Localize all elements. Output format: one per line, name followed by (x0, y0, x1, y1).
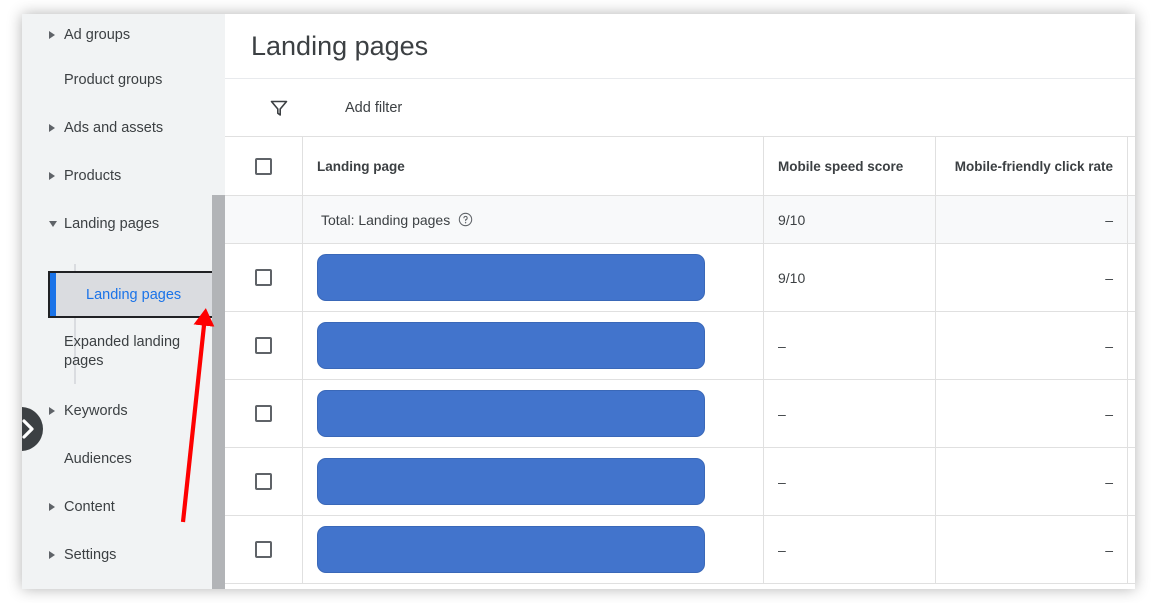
row-mobile-speed-score: – (763, 311, 936, 380)
sidebar-item-label: Content (64, 498, 115, 515)
sidebar-item-label: Ad groups (64, 26, 131, 43)
app-window: Ad groups Product groups Ads and assets … (22, 14, 1135, 589)
row-landing-page-cell (302, 243, 764, 312)
sidebar-item-label: Landing pages (64, 215, 160, 232)
column-header-select-all (225, 137, 303, 196)
table-header: Landing page Mobile speed score Mobile-f… (225, 137, 1135, 196)
chevron-right-icon (49, 124, 55, 132)
row-valid-amp-click-rate: – (1127, 243, 1135, 312)
chevron-down-icon (49, 221, 57, 227)
total-valid-amp-click-rate: – (1127, 195, 1135, 244)
column-header-landing-page[interactable]: Landing page (302, 137, 764, 196)
total-row-label: Total: Landing pages (321, 211, 451, 228)
table-body: Total: Landing pages 9/10 – 9/10 – – – –… (225, 195, 1135, 584)
add-filter-button[interactable]: Add filter (345, 100, 402, 116)
table-total-row: Total: Landing pages 9/10 – (225, 195, 1135, 244)
row-mobile-friendly-click-rate: – (935, 515, 1128, 584)
row-checkbox[interactable] (255, 472, 272, 490)
sidebar-item-landing-pages-selected[interactable]: Landing pages (48, 271, 212, 318)
title-bar: Landing pages (225, 14, 1135, 79)
total-row-checkbox-cell (225, 195, 303, 244)
chevron-right-icon (49, 172, 55, 180)
total-mobile-speed-score: 9/10 (763, 195, 936, 244)
chevron-right-icon (22, 419, 34, 439)
navigation-sidebar: Ad groups Product groups Ads and assets … (22, 14, 212, 589)
row-mobile-speed-score: – (763, 379, 936, 448)
screenshot-root: Ad groups Product groups Ads and assets … (0, 0, 1151, 603)
row-landing-page-cell (302, 447, 764, 516)
filter-toolbar: Add filter (225, 79, 1135, 137)
row-mobile-speed-score: 9/10 (763, 243, 936, 312)
sidebar-item-keywords[interactable]: Keywords (22, 387, 212, 435)
redacted-landing-page-url (317, 526, 705, 573)
row-landing-page-cell (302, 311, 764, 380)
sidebar-item-settings[interactable]: Settings (22, 531, 212, 579)
sidebar-item-landing-pages-group[interactable]: Landing pages (22, 200, 212, 248)
table-row[interactable]: 9/10 – – (225, 243, 1135, 312)
row-mobile-speed-score: – (763, 515, 936, 584)
row-valid-amp-click-rate: – (1127, 515, 1135, 584)
selection-accent-bar (50, 273, 56, 316)
sidebar-item-product-groups[interactable]: Product groups (22, 56, 212, 104)
table-row[interactable]: – – – (225, 515, 1135, 584)
row-checkbox-cell (225, 311, 303, 380)
redacted-landing-page-url (317, 322, 705, 369)
help-circle-icon[interactable] (458, 212, 473, 227)
sidebar-item-content[interactable]: Content (22, 483, 212, 531)
row-checkbox[interactable] (255, 404, 272, 422)
sidebar-item-audiences[interactable]: Audiences (22, 435, 212, 483)
row-landing-page-cell (302, 515, 764, 584)
sidebar-item-label: Keywords (64, 402, 128, 419)
chevron-right-icon (49, 407, 55, 415)
row-checkbox-cell (225, 447, 303, 516)
row-mobile-friendly-click-rate: – (935, 379, 1128, 448)
sidebar-item-products[interactable]: Products (22, 152, 212, 200)
main-content: Landing pages Add filter Landing page Mo… (225, 14, 1135, 589)
total-row-label-cell: Total: Landing pages (302, 195, 764, 244)
row-valid-amp-click-rate: – (1127, 379, 1135, 448)
column-header-mobile-speed-score[interactable]: Mobile speed score (763, 137, 936, 196)
row-checkbox[interactable] (255, 268, 272, 286)
row-mobile-friendly-click-rate: – (935, 243, 1128, 312)
row-checkbox-cell (225, 243, 303, 312)
sidebar-scrollbar-thumb[interactable] (212, 195, 225, 589)
sidebar-item-ad-groups[interactable]: Ad groups (22, 14, 212, 56)
row-checkbox-cell (225, 379, 303, 448)
redacted-landing-page-url (317, 254, 705, 301)
total-mobile-friendly-click-rate: – (935, 195, 1128, 244)
table-row[interactable]: – – – (225, 379, 1135, 448)
table-row[interactable]: – – – (225, 311, 1135, 380)
chevron-right-icon (49, 503, 55, 511)
sidebar-item-label: Audiences (64, 450, 132, 467)
row-mobile-friendly-click-rate: – (935, 447, 1128, 516)
landing-pages-table: Landing page Mobile speed score Mobile-f… (225, 137, 1135, 584)
table-header-row: Landing page Mobile speed score Mobile-f… (225, 137, 1135, 196)
column-header-valid-amp-click-rate[interactable]: Valid AMP click rate (1127, 137, 1135, 196)
sidebar-item-label: Product groups (64, 71, 163, 88)
select-all-checkbox[interactable] (255, 157, 272, 175)
redacted-landing-page-url (317, 390, 705, 437)
sidebar-item-label: Products (64, 167, 122, 184)
row-landing-page-cell (302, 379, 764, 448)
page-title: Landing pages (251, 30, 429, 61)
row-valid-amp-click-rate: – (1127, 447, 1135, 516)
sidebar-item-label: Landing pages (86, 286, 182, 303)
chevron-right-icon (49, 551, 55, 559)
sidebar-item-expanded-landing-pages[interactable]: Expanded landing pages (22, 326, 212, 376)
sidebar-item-label: Expanded landing pages (64, 334, 181, 369)
row-mobile-friendly-click-rate: – (935, 311, 1128, 380)
row-valid-amp-click-rate: – (1127, 311, 1135, 380)
chevron-right-icon (49, 31, 55, 39)
redacted-landing-page-url (317, 458, 705, 505)
row-mobile-speed-score: – (763, 447, 936, 516)
filter-funnel-icon[interactable] (267, 96, 291, 120)
row-checkbox-cell (225, 515, 303, 584)
sidebar-item-ads-and-assets[interactable]: Ads and assets (22, 104, 212, 152)
row-checkbox[interactable] (255, 540, 272, 558)
column-header-mobile-friendly-click-rate[interactable]: Mobile-friendly click rate (935, 137, 1128, 196)
sidebar-item-label: Settings (64, 546, 117, 563)
sidebar-item-label: Ads and assets (64, 119, 164, 136)
table-row[interactable]: – – – (225, 447, 1135, 516)
row-checkbox[interactable] (255, 336, 272, 354)
